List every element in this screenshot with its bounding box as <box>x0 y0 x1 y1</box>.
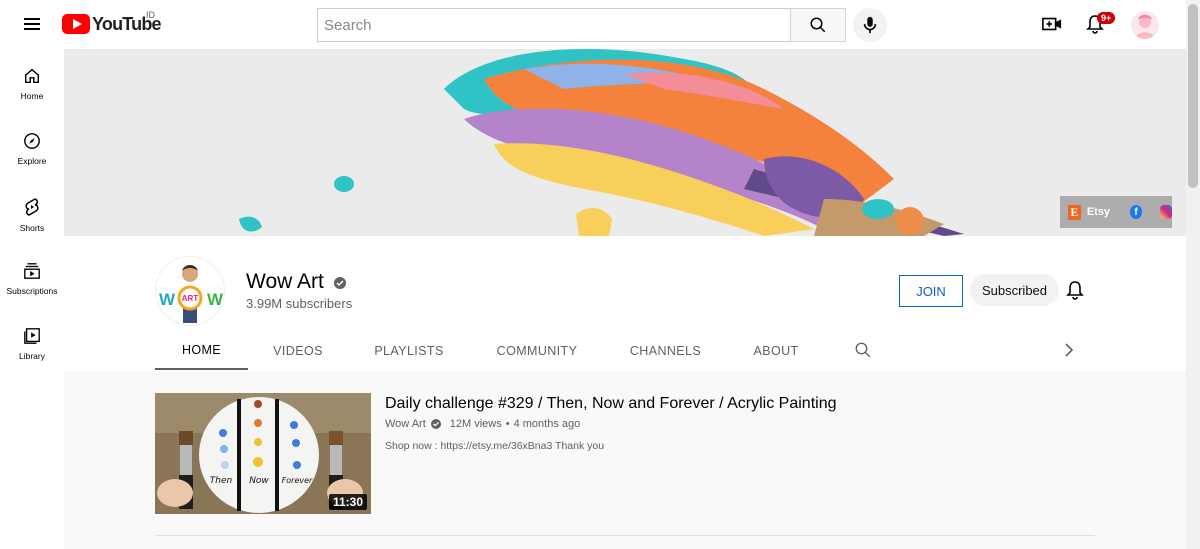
channel-avatar-image: W W ART <box>156 257 224 325</box>
channel-search-button[interactable] <box>854 341 872 364</box>
verified-icon <box>430 419 441 429</box>
search-button[interactable] <box>790 8 846 42</box>
etsy-link[interactable]: Etsy <box>1087 206 1110 218</box>
video-description: Shop now : https://etsy.me/36xBna3 Thank… <box>385 440 605 452</box>
search-icon <box>810 17 826 33</box>
video-meta: Wow Art 12M views • 4 months ago <box>385 418 580 430</box>
search-input[interactable] <box>317 8 790 42</box>
video-thumbnail[interactable]: Then Now Forever 11:30 <box>155 393 371 514</box>
sidebar-label: Library <box>19 351 45 361</box>
thumb-label-forever: Forever <box>282 476 313 485</box>
create-video-button[interactable] <box>1040 12 1064 36</box>
banner-links: E Etsy f <box>1060 196 1172 228</box>
channel-name: Wow Art <box>246 270 324 293</box>
bell-icon <box>1066 281 1084 300</box>
channel-banner <box>64 49 1186 236</box>
voice-search-button[interactable] <box>853 8 887 42</box>
channel-notification-button[interactable] <box>1066 280 1084 305</box>
country-code: ID <box>146 10 155 20</box>
verified-icon <box>334 277 346 289</box>
svg-text:W: W <box>207 290 224 309</box>
tab-videos[interactable]: VIDEOS <box>258 332 338 370</box>
sidebar-item-home[interactable]: Home <box>0 49 64 111</box>
chevron-right-icon <box>1065 343 1074 357</box>
video-duration: 11:30 <box>328 494 367 510</box>
meta-separator: • <box>505 418 510 430</box>
microphone-icon <box>863 16 877 34</box>
sidebar-label: Explore <box>17 156 47 166</box>
sidebar-item-shorts[interactable]: Shorts <box>0 179 64 241</box>
video-channel-name[interactable]: Wow Art <box>385 418 426 430</box>
account-avatar[interactable] <box>1131 11 1159 39</box>
sidebar-item-library[interactable]: Library <box>0 309 64 371</box>
video-title[interactable]: Daily challenge #329 / Then, Now and For… <box>385 395 837 413</box>
section-divider <box>155 535 1095 536</box>
tab-channels[interactable]: CHANNELS <box>620 332 711 370</box>
instagram-icon[interactable] <box>1160 205 1172 219</box>
channel-avatar[interactable]: W W ART <box>155 256 225 326</box>
search-bar <box>317 8 846 42</box>
tab-about[interactable]: ABOUT <box>744 332 808 370</box>
notification-badge: 9+ <box>1097 12 1116 24</box>
video-age: 4 months ago <box>513 418 581 430</box>
create-video-icon <box>1042 17 1062 31</box>
tab-home[interactable]: HOME <box>155 332 248 370</box>
paint-brush-banner-image <box>64 49 1186 236</box>
sidebar-item-subscriptions[interactable]: Subscriptions <box>0 244 64 306</box>
sidebar: Home Explore Shorts Subscriptions Librar… <box>0 49 64 549</box>
shorts-icon <box>25 198 39 216</box>
etsy-icon[interactable]: E <box>1068 204 1081 220</box>
svg-text:W: W <box>159 290 176 309</box>
sidebar-label: Subscriptions <box>6 286 58 296</box>
join-button[interactable]: JOIN <box>899 275 963 307</box>
video-views: 12M views <box>449 418 502 430</box>
home-icon <box>24 68 40 84</box>
subscriptions-icon <box>24 263 40 279</box>
scrollbar-thumb[interactable] <box>1188 4 1198 188</box>
compass-icon <box>24 133 40 149</box>
thumb-label-then: Then <box>210 476 233 486</box>
sidebar-item-explore[interactable]: Explore <box>0 114 64 176</box>
subscriber-count: 3.99M subscribers <box>246 296 353 311</box>
tab-playlists[interactable]: PLAYLISTS <box>364 332 454 370</box>
youtube-logo[interactable]: YouTube ID <box>62 10 162 36</box>
sidebar-label: Home <box>20 91 44 101</box>
library-icon <box>24 328 40 344</box>
search-icon <box>855 342 871 358</box>
thumb-label-now: Now <box>249 476 269 486</box>
hamburger-menu-icon[interactable] <box>20 12 44 36</box>
tabs-next-button[interactable] <box>1062 342 1076 363</box>
subscribed-button[interactable]: Subscribed <box>970 274 1059 306</box>
youtube-play-icon <box>62 14 90 34</box>
user-avatar-image <box>1135 14 1155 39</box>
sidebar-label: Shorts <box>19 223 45 233</box>
facebook-icon[interactable]: f <box>1130 205 1143 219</box>
tab-community[interactable]: COMMUNITY <box>485 332 589 370</box>
svg-text:ART: ART <box>182 294 199 303</box>
